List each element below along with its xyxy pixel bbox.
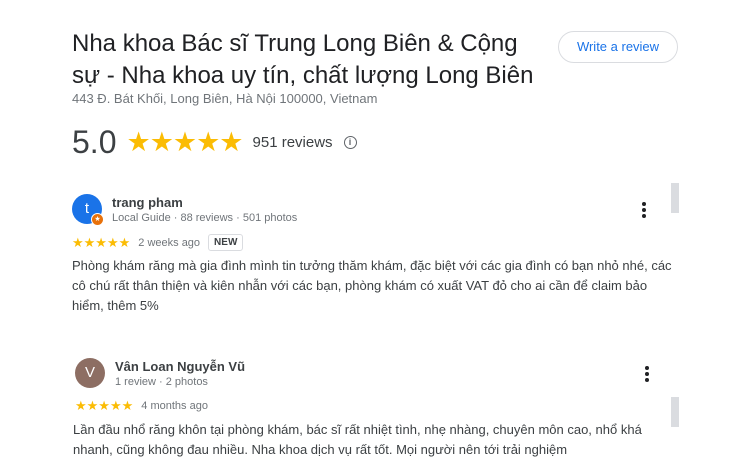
new-badge: NEW (208, 234, 244, 251)
write-review-button[interactable]: Write a review (558, 31, 678, 63)
reviewer-name[interactable]: trang pham (112, 195, 183, 210)
review-stars: ★★★★★ (75, 398, 134, 413)
local-guide-badge-icon: ★ (91, 213, 104, 226)
review-stars: ★★★★★ (72, 234, 131, 250)
rating-stars: ★★★★★ (126, 127, 243, 157)
reviewer-meta: 1 review · 2 photos (115, 376, 208, 388)
review-card: V Vân Loan Nguyễn Vũ 1 review · 2 photos… (73, 358, 675, 468)
reviewer-meta: Local Guide · 88 reviews · 501 photos (112, 212, 298, 224)
more-options-icon[interactable] (645, 366, 649, 384)
rating-value: 5.0 (72, 124, 117, 160)
place-title: Nha khoa Bác sĩ Trung Long Biên & Cộng s… (72, 30, 534, 89)
review-time: 2 weeks ago (138, 236, 201, 249)
review-text: Phòng khám răng mà gia đình mình tin tưở… (72, 258, 672, 313)
scrollbar-thumb[interactable] (671, 183, 679, 213)
review-count[interactable]: 951 reviews (253, 134, 333, 151)
reviewer-name[interactable]: Vân Loan Nguyễn Vũ (115, 359, 245, 374)
review-time: 4 months ago (141, 400, 208, 412)
review-stars-row: ★★★★★ 4 months ago (75, 398, 208, 414)
review-card: t ★ trang pham Local Guide · 88 reviews … (72, 194, 672, 314)
avatar[interactable]: t ★ (72, 194, 104, 226)
scrollbar-thumb[interactable] (671, 397, 679, 427)
more-options-icon[interactable] (642, 202, 646, 220)
avatar-letter: t (84, 200, 90, 217)
avatar[interactable]: V (75, 358, 105, 388)
info-icon[interactable]: i (343, 135, 357, 149)
review-stars-row: ★★★★★ 2 weeks ago NEW (72, 234, 244, 251)
place-address: 443 Đ. Bát Khối, Long Biên, Hà Nội 10000… (72, 91, 378, 106)
review-text: Lần đầu nhổ răng khôn tại phòng khám, bá… (73, 422, 642, 457)
rating-summary: 5.0 ★★★★★ 951 reviews i (72, 124, 357, 160)
avatar-letter: V (84, 364, 95, 381)
